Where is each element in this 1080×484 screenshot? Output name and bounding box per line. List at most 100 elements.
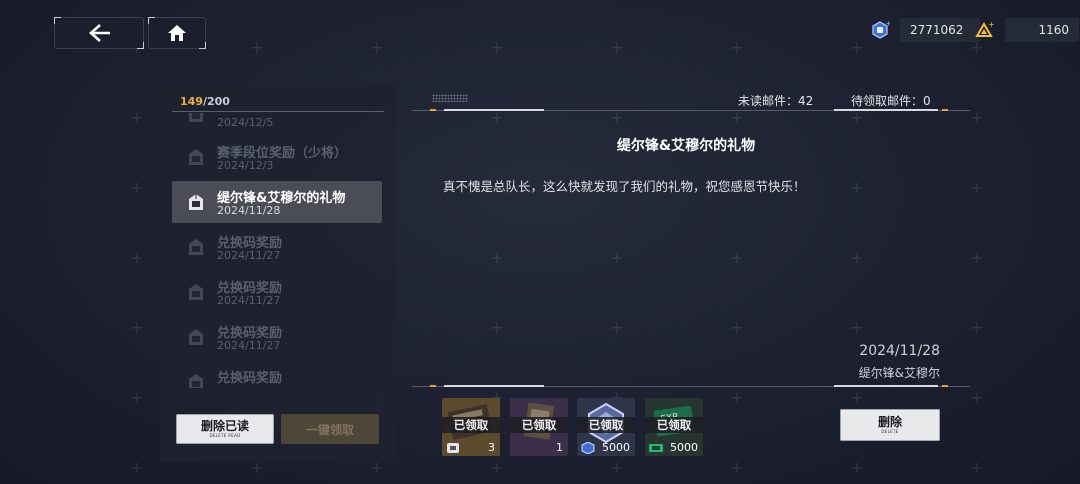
mail-date: 2024/11/27 — [217, 294, 281, 307]
background-plus: + — [490, 248, 504, 267]
background-plus: + — [250, 38, 264, 57]
mail-body: 真不愧是总队长，这么快就发现了我们的礼物，祝您感恩节快乐！ — [443, 179, 806, 194]
divider-highlight — [834, 385, 938, 387]
reward-item[interactable]: 已领取 5000 — [577, 398, 635, 456]
list-item[interactable]: 兑换码奖励 2024/11/27 — [172, 226, 382, 268]
background-plus: + — [850, 108, 864, 127]
claimed-label: 已领取 — [577, 417, 635, 433]
gem-amount: 2771062 — [900, 18, 980, 42]
divider-marker — [942, 385, 948, 387]
list-item[interactable]: 赛季段位奖励（少将） 2024/12/3 — [172, 136, 382, 178]
background-plus: + — [970, 318, 984, 337]
reward-item[interactable]: 已领取 3 — [442, 398, 500, 456]
list-item[interactable]: 兑换码奖励 — [172, 361, 382, 388]
gem-currency: + 2771062 — [870, 18, 980, 42]
home-icon — [168, 25, 186, 41]
button-sublabel: DELETE READ — [209, 433, 241, 438]
background-plus: + — [730, 388, 744, 407]
background-plus: + — [730, 108, 744, 127]
background-plus: + — [130, 248, 144, 267]
mailbox-icon — [189, 239, 203, 255]
divider-marker — [430, 109, 436, 111]
background-plus: + — [730, 248, 744, 267]
list-item-selected[interactable]: 缇尔锋&艾穆尔的礼物 2024/11/28 — [172, 181, 382, 223]
background-plus: + — [370, 38, 384, 57]
gem-small-icon — [581, 442, 595, 454]
claimed-label: 已领取 — [510, 417, 568, 433]
gold-triangle-icon: + — [975, 20, 995, 37]
exp-small-icon — [649, 444, 663, 452]
background-plus: + — [970, 38, 984, 57]
mail-date: 2024/11/27 — [217, 249, 281, 262]
mail-date: 2024/12/3 — [217, 159, 274, 172]
mailbox-icon — [189, 194, 203, 210]
reward-quantity: 5000 — [602, 441, 630, 454]
back-arrow-icon — [89, 24, 110, 42]
background-plus: + — [970, 108, 984, 127]
background-plus: + — [850, 248, 864, 267]
list-item[interactable]: 兑换码奖励 2024/11/27 — [172, 271, 382, 313]
claimed-label: 已领取 — [442, 417, 500, 433]
background-plus: + — [610, 38, 624, 57]
claim-all-button[interactable]: 一键领取 — [281, 414, 379, 444]
background-plus: + — [610, 248, 624, 267]
mailbox-icon — [189, 329, 203, 345]
svg-text:+: + — [885, 20, 890, 28]
divider-marker — [430, 385, 436, 387]
background-plus: + — [130, 178, 144, 197]
back-button[interactable] — [54, 17, 144, 49]
background-plus: + — [490, 38, 504, 57]
mail-heading: 缇尔锋&艾穆尔的礼物 — [616, 138, 756, 154]
mail-date: 2024/11/27 — [217, 339, 281, 352]
list-item[interactable]: 2024/12/5 — [172, 113, 382, 135]
reward-item[interactable]: 已领取 1 — [510, 398, 568, 456]
button-label: 删除已读 — [200, 419, 249, 433]
background-plus: + — [370, 458, 384, 477]
reward-item[interactable]: EXP 已领取 5000 — [645, 398, 703, 456]
mailbox-icon — [189, 374, 203, 388]
background-plus: + — [970, 248, 984, 267]
reward-quantity: 1 — [556, 441, 563, 454]
background-plus: + — [130, 458, 144, 477]
background-plus: + — [610, 458, 624, 477]
divider-marker — [942, 109, 948, 111]
blue-gem-icon: + — [872, 20, 890, 39]
home-button[interactable] — [148, 17, 206, 49]
unread-count: 未读邮件：42 — [738, 94, 814, 108]
mailbox-icon — [189, 149, 203, 165]
background-plus: + — [490, 458, 504, 477]
button-label: 删除 — [877, 415, 902, 429]
reward-quantity: 3 — [488, 441, 495, 454]
delete-button[interactable]: 删除 DELETE — [840, 409, 940, 441]
mail-list[interactable]: 2024/12/5 赛季段位奖励（少将） 2024/12/3 缇尔锋&艾穆尔的礼… — [172, 113, 384, 388]
background-plus: + — [130, 318, 144, 337]
button-sublabel: DELETE — [881, 429, 899, 434]
background-plus: + — [970, 458, 984, 477]
button-label: 一键领取 — [305, 422, 354, 437]
mail-sent-date: 2024/11/28 — [859, 343, 940, 359]
mailbox-icon — [189, 284, 203, 300]
background-plus: + — [850, 458, 864, 477]
mailbox-icon — [189, 113, 203, 122]
gold-currency: + 1160 — [975, 18, 1079, 42]
divider-highlight — [444, 109, 544, 111]
mail-date: 2024/11/28 — [217, 204, 281, 217]
background-plus: + — [130, 388, 144, 407]
svg-text:+: + — [988, 20, 995, 29]
background-plus: + — [130, 108, 144, 127]
background-plus: + — [730, 458, 744, 477]
chip-icon — [447, 443, 459, 453]
divider-highlight — [444, 385, 544, 387]
background-plus: + — [610, 318, 624, 337]
claimed-label: 已领取 — [645, 417, 703, 433]
background-plus: + — [490, 108, 504, 127]
background-plus: + — [490, 318, 504, 337]
divider — [172, 111, 384, 112]
divider-highlight — [834, 109, 938, 111]
background-plus: + — [970, 388, 984, 407]
background-plus: + — [850, 38, 864, 57]
mail-sender: 缇尔锋&艾穆尔 — [858, 366, 940, 380]
list-item[interactable]: 兑换码奖励 2024/11/27 — [172, 316, 382, 358]
delete-read-button[interactable]: 删除已读 DELETE READ — [176, 414, 274, 444]
background-plus: + — [850, 388, 864, 407]
